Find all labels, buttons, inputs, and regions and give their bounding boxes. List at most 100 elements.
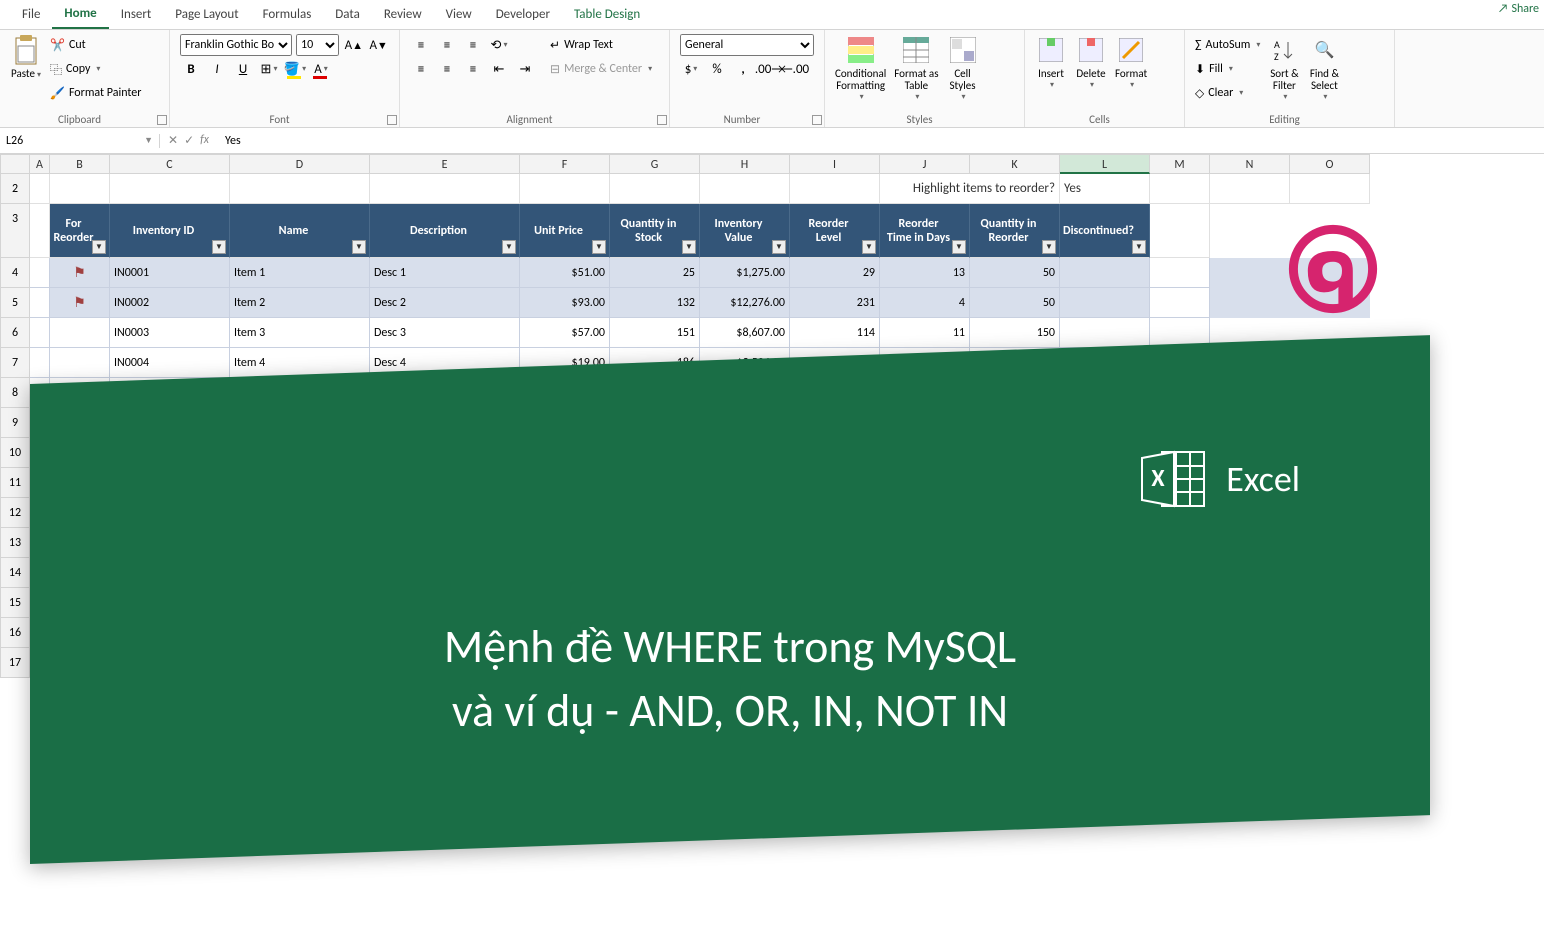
align-bottom-icon[interactable]: ≡ — [462, 34, 484, 56]
filter-icon[interactable]: ▼ — [1132, 240, 1146, 254]
col-header-N[interactable]: N — [1210, 154, 1290, 174]
increase-font-icon[interactable]: A▲ — [343, 34, 364, 56]
wrap-text-button[interactable]: ↵Wrap Text — [550, 34, 652, 56]
format-painter-button[interactable]: 🖌️Format Painter — [50, 82, 141, 104]
table-header[interactable]: Quantity in Stock▼ — [610, 204, 700, 258]
table-header[interactable]: Inventory Value▼ — [700, 204, 790, 258]
tab-insert[interactable]: Insert — [109, 1, 164, 28]
italic-button[interactable]: I — [206, 58, 228, 80]
percent-button[interactable]: % — [706, 58, 728, 80]
tab-data[interactable]: Data — [323, 1, 372, 28]
fill-button[interactable]: ⬇Fill — [1195, 58, 1260, 80]
row-header-16[interactable]: 16 — [0, 618, 30, 648]
tab-developer[interactable]: Developer — [484, 1, 562, 28]
border-button[interactable]: ⊞ — [258, 58, 280, 80]
table-header[interactable]: Inventory ID▼ — [110, 204, 230, 258]
insert-button[interactable]: Insert — [1031, 32, 1071, 112]
increase-decimal-button[interactable]: .00→ — [758, 58, 780, 80]
dialog-launcher[interactable] — [157, 115, 167, 125]
col-header-J[interactable]: J — [880, 154, 970, 174]
filter-icon[interactable]: ▼ — [502, 240, 516, 254]
tab-view[interactable]: View — [434, 1, 484, 28]
row-header-8[interactable]: 8 — [0, 378, 30, 408]
filter-icon[interactable]: ▼ — [772, 240, 786, 254]
item-desc[interactable]: Desc 2 — [370, 288, 520, 318]
tab-review[interactable]: Review — [372, 1, 434, 28]
col-header-G[interactable]: G — [610, 154, 700, 174]
table-header[interactable]: Description▼ — [370, 204, 520, 258]
paste-button[interactable]: Paste — [6, 32, 46, 112]
row-header-9[interactable]: 9 — [0, 408, 30, 438]
row-header-3[interactable]: 3 — [0, 204, 30, 258]
item-name[interactable]: Item 1 — [230, 258, 370, 288]
accounting-format-button[interactable]: $ — [680, 58, 702, 80]
decrease-indent-icon[interactable]: ⇤ — [488, 58, 510, 80]
table-header[interactable]: Name▼ — [230, 204, 370, 258]
row-header-10[interactable]: 10 — [0, 438, 30, 468]
share-button[interactable]: ↗Share — [1498, 2, 1539, 16]
enter-formula-icon[interactable]: ✓ — [184, 133, 194, 148]
col-header-L[interactable]: L — [1060, 154, 1150, 174]
fill-color-button[interactable]: 🪣 — [284, 58, 306, 80]
row-header-5[interactable]: 5 — [0, 288, 30, 318]
font-size-select[interactable]: 10 — [296, 34, 339, 56]
highlight-value[interactable]: Yes — [1060, 174, 1150, 204]
dialog-launcher[interactable] — [812, 115, 822, 125]
filter-icon[interactable]: ▼ — [352, 240, 366, 254]
discontinued[interactable] — [1060, 258, 1150, 288]
filter-icon[interactable]: ▼ — [592, 240, 606, 254]
dialog-launcher[interactable] — [657, 115, 667, 125]
col-header-O[interactable]: O — [1290, 154, 1370, 174]
row-header-13[interactable]: 13 — [0, 528, 30, 558]
reorder-level[interactable]: 114 — [790, 318, 880, 348]
clear-button[interactable]: ◇Clear — [1195, 82, 1260, 104]
qty-stock[interactable]: 151 — [610, 318, 700, 348]
filter-icon[interactable]: ▼ — [1042, 240, 1056, 254]
increase-indent-icon[interactable]: ⇥ — [514, 58, 536, 80]
reorder-time[interactable]: 4 — [880, 288, 970, 318]
decrease-font-icon[interactable]: A▼ — [368, 34, 389, 56]
col-header-K[interactable]: K — [970, 154, 1060, 174]
col-header-I[interactable]: I — [790, 154, 880, 174]
formula-input[interactable]: Yes — [217, 134, 1544, 148]
orientation-icon[interactable]: ⟲ — [488, 34, 510, 56]
tab-table-design[interactable]: Table Design — [562, 1, 652, 28]
qty-reorder[interactable]: 150 — [970, 318, 1060, 348]
row-header-11[interactable]: 11 — [0, 468, 30, 498]
autosum-button[interactable]: ∑AutoSum — [1195, 34, 1260, 56]
discontinued[interactable] — [1060, 288, 1150, 318]
select-all-button[interactable] — [0, 154, 30, 174]
qty-reorder[interactable]: 50 — [970, 258, 1060, 288]
font-name-select[interactable]: Franklin Gothic Bo — [180, 34, 292, 56]
table-header[interactable]: Discontinued?▼ — [1060, 204, 1150, 258]
item-name[interactable]: Item 3 — [230, 318, 370, 348]
row-header-15[interactable]: 15 — [0, 588, 30, 618]
table-header[interactable]: Reorder Time in Days▼ — [880, 204, 970, 258]
col-header-D[interactable]: D — [230, 154, 370, 174]
inventory-id[interactable]: IN0004 — [110, 348, 230, 378]
decrease-decimal-button[interactable]: ←.00 — [784, 58, 806, 80]
filter-icon[interactable]: ▼ — [92, 240, 106, 254]
qty-stock[interactable]: 25 — [610, 258, 700, 288]
reorder-time[interactable]: 13 — [880, 258, 970, 288]
filter-icon[interactable]: ▼ — [682, 240, 696, 254]
dialog-launcher[interactable] — [387, 115, 397, 125]
unit-price[interactable]: $51.00 — [520, 258, 610, 288]
item-desc[interactable]: Desc 1 — [370, 258, 520, 288]
comma-button[interactable]: , — [732, 58, 754, 80]
find-select-button[interactable]: 🔍Find & Select — [1304, 32, 1344, 112]
inventory-id[interactable]: IN0003 — [110, 318, 230, 348]
table-header[interactable]: Quantity in Reorder▼ — [970, 204, 1060, 258]
underline-button[interactable]: U — [232, 58, 254, 80]
name-box[interactable]: L26▼ — [0, 134, 160, 148]
row-header-17[interactable]: 17 — [0, 648, 30, 678]
format-button[interactable]: Format — [1111, 32, 1151, 112]
row-header-4[interactable]: 4 — [0, 258, 30, 288]
row-header-14[interactable]: 14 — [0, 558, 30, 588]
table-header[interactable]: Reorder Level▼ — [790, 204, 880, 258]
tab-formulas[interactable]: Formulas — [251, 1, 324, 28]
discontinued[interactable] — [1060, 318, 1150, 348]
copy-button[interactable]: ⿻Copy — [50, 58, 141, 80]
align-center-icon[interactable]: ≡ — [436, 58, 458, 80]
row-header-6[interactable]: 6 — [0, 318, 30, 348]
